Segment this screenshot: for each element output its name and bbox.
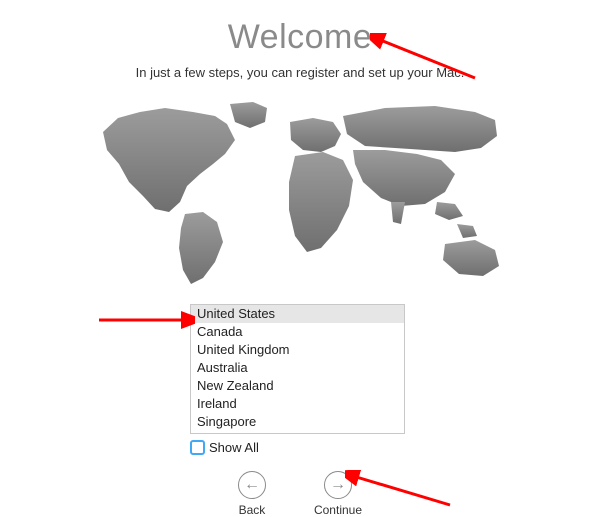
back-arrow-icon: ← (238, 471, 266, 499)
country-item[interactable]: Ireland (191, 395, 404, 413)
show-all-checkbox[interactable] (190, 440, 205, 455)
back-button[interactable]: ← Back (238, 471, 266, 517)
country-item[interactable]: New Zealand (191, 377, 404, 395)
back-label: Back (239, 503, 266, 517)
continue-arrow-icon: → (324, 471, 352, 499)
continue-button[interactable]: → Continue (314, 471, 362, 517)
country-item[interactable]: United Kingdom (191, 341, 404, 359)
continue-label: Continue (314, 503, 362, 517)
nav-row: ← Back → Continue (238, 471, 362, 517)
show-all-row: Show All (190, 440, 405, 455)
country-item[interactable]: Singapore (191, 413, 404, 431)
country-list[interactable]: United StatesCanadaUnited KingdomAustral… (190, 304, 405, 434)
country-item[interactable]: Canada (191, 323, 404, 341)
page-subtitle: In just a few steps, you can register an… (136, 65, 465, 80)
country-item[interactable]: Australia (191, 359, 404, 377)
setup-screen: Welcome In just a few steps, you can reg… (0, 0, 600, 517)
page-title: Welcome (228, 18, 373, 57)
show-all-label: Show All (209, 440, 259, 455)
world-map (85, 94, 515, 294)
country-item[interactable]: United States (191, 305, 404, 323)
